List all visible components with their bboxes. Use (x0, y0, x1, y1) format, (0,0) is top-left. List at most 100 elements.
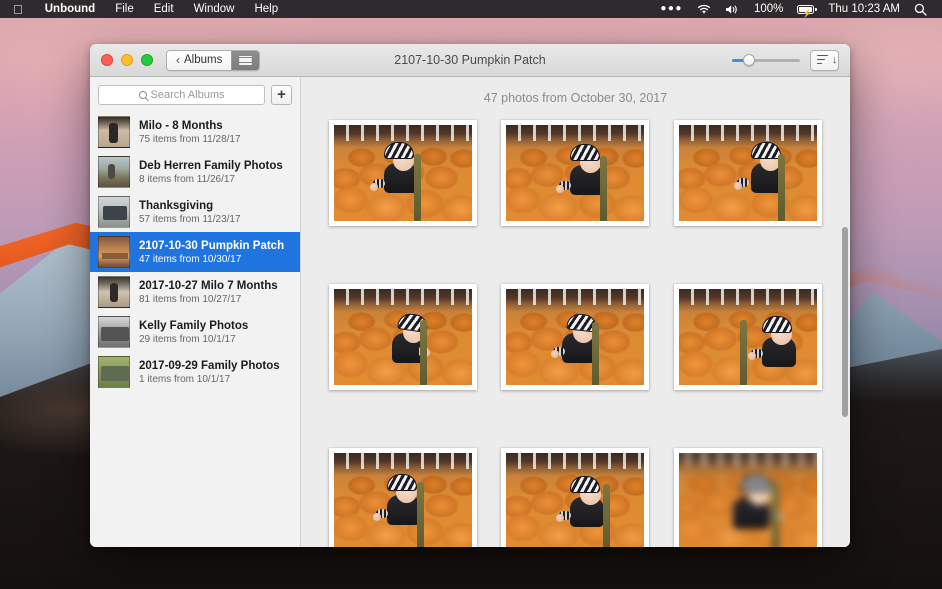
menu-item-app[interactable]: Unbound (35, 0, 105, 18)
spotlight-search-icon[interactable] (907, 3, 934, 16)
ellipsis-icon[interactable]: ●●● (653, 0, 690, 18)
pumpkin-patch-scene (679, 289, 817, 385)
window-controls (90, 54, 153, 66)
close-window-button[interactable] (101, 54, 113, 66)
photo-image (679, 125, 817, 221)
photo-thumbnail[interactable] (329, 120, 477, 226)
menu-item-help[interactable]: Help (244, 0, 288, 18)
album-list-item[interactable]: 2107-10-30 Pumpkin Patch47 items from 10… (90, 232, 300, 272)
background-posts (679, 289, 817, 305)
background-posts (506, 125, 644, 141)
album-text: Kelly Family Photos29 items from 10/1/17 (139, 319, 248, 346)
baby-hand (556, 514, 564, 522)
menu-bar:  Unbound File Edit Window Help ●●● 100%… (0, 0, 942, 18)
pumpkin-patch-scene (679, 453, 817, 547)
pumpkin-stem (414, 154, 421, 221)
menu-bar-left:  Unbound File Edit Window Help (0, 0, 288, 18)
thumbnail-size-slider[interactable] (732, 53, 800, 67)
photo-thumbnail[interactable] (501, 284, 649, 390)
sort-descending-icon: ↓ (817, 55, 832, 66)
pumpkin-patch-scene (506, 125, 644, 221)
striped-beanie (751, 142, 781, 159)
pumpkin-stem (420, 320, 427, 385)
vertical-scrollbar[interactable] (842, 227, 848, 417)
wifi-icon[interactable] (690, 4, 718, 15)
zoom-window-button[interactable] (141, 54, 153, 66)
window-titlebar: ‹ Albums 2107-10-30 Pumpkin Patch ↓ (90, 44, 850, 77)
photo-thumbnail[interactable] (674, 120, 822, 226)
navigation-segmented-control: ‹ Albums (166, 50, 260, 71)
menu-bar-clock[interactable]: Thu 10:23 AM (821, 0, 907, 18)
photo-image (506, 289, 644, 385)
album-list-item[interactable]: Thanksgiving57 items from 11/23/17 (90, 192, 300, 232)
album-thumbnail (98, 316, 130, 348)
album-text: Thanksgiving57 items from 11/23/17 (139, 199, 241, 226)
photo-thumbnail[interactable] (501, 120, 649, 226)
album-thumbnail (98, 236, 130, 268)
album-title: Thanksgiving (139, 199, 241, 213)
album-title: 2017-10-27 Milo 7 Months (139, 279, 278, 293)
background-posts (334, 125, 472, 141)
photo-grid[interactable] (301, 117, 850, 547)
album-list-item[interactable]: Kelly Family Photos29 items from 10/1/17 (90, 312, 300, 352)
baby-hand (556, 185, 564, 193)
pumpkin-stem (417, 482, 424, 547)
photo-thumbnail[interactable] (501, 448, 649, 547)
album-list-item[interactable]: 2017-09-29 Family Photos1 items from 10/… (90, 352, 300, 392)
menu-item-window[interactable]: Window (184, 0, 245, 18)
photo-image (334, 125, 472, 221)
menu-item-file[interactable]: File (105, 0, 144, 18)
photo-image (506, 125, 644, 221)
album-subtitle: 1 items from 10/1/17 (139, 373, 280, 386)
photo-grid-pane: 47 photos from October 30, 2017 (301, 77, 850, 547)
back-to-albums-button[interactable]: ‹ Albums (167, 51, 231, 70)
photo-thumbnail[interactable] (674, 448, 822, 547)
album-list-item[interactable]: 2017-10-27 Milo 7 Months81 items from 10… (90, 272, 300, 312)
album-thumbnail (98, 356, 130, 388)
pumpkin-stem (772, 480, 780, 547)
background-posts (506, 453, 644, 469)
sort-button[interactable]: ↓ (810, 50, 839, 71)
album-subtitle: 57 items from 11/23/17 (139, 213, 241, 226)
baby-hand (748, 352, 756, 360)
background-posts (679, 453, 817, 467)
background-posts (334, 453, 472, 469)
album-subtitle: 29 items from 10/1/17 (139, 333, 248, 346)
photo-count-header: 47 photos from October 30, 2017 (301, 77, 850, 117)
pumpkin-patch-scene (334, 289, 472, 385)
search-placeholder: Search Albums (151, 89, 225, 101)
pumpkin-patch-scene (334, 453, 472, 547)
pumpkin-patch-scene (334, 125, 472, 221)
album-text: 2107-10-30 Pumpkin Patch47 items from 10… (139, 239, 284, 266)
pumpkin-stem (740, 320, 747, 385)
pumpkin-patch-scene (506, 453, 644, 547)
photo-thumbnail[interactable] (329, 448, 477, 547)
album-title: Kelly Family Photos (139, 319, 248, 333)
pumpkin-stem (603, 484, 610, 547)
album-list[interactable]: Milo - 8 Months75 items from 11/28/17 Deb… (90, 112, 300, 547)
photo-thumbnail[interactable] (674, 284, 822, 390)
album-text: Deb Herren Family Photos8 items from 11/… (139, 159, 283, 186)
minimize-window-button[interactable] (121, 54, 133, 66)
add-album-button[interactable]: + (271, 85, 292, 105)
list-view-toggle-button[interactable] (231, 51, 259, 70)
pumpkin-stem (600, 156, 607, 221)
baby-hand (370, 183, 378, 191)
background-posts (334, 289, 472, 305)
menu-item-edit[interactable]: Edit (144, 0, 184, 18)
photo-thumbnail[interactable] (329, 284, 477, 390)
apple-logo-icon[interactable]:  (0, 3, 35, 16)
photo-image (334, 289, 472, 385)
window-body: Search Albums + Milo - 8 Months75 items … (90, 77, 850, 547)
albums-sidebar: Search Albums + Milo - 8 Months75 items … (90, 77, 301, 547)
album-subtitle: 81 items from 10/27/17 (139, 293, 278, 306)
album-text: 2017-09-29 Family Photos1 items from 10/… (139, 359, 280, 386)
search-albums-input[interactable]: Search Albums (98, 85, 265, 105)
back-button-label: Albums (184, 54, 222, 66)
album-list-item[interactable]: Milo - 8 Months75 items from 11/28/17 (90, 112, 300, 152)
album-list-item[interactable]: Deb Herren Family Photos8 items from 11/… (90, 152, 300, 192)
volume-icon[interactable] (718, 4, 747, 15)
baby-hand (373, 513, 381, 521)
battery-charging-icon[interactable]: ⚡ (790, 5, 821, 14)
slider-knob[interactable] (743, 54, 755, 66)
